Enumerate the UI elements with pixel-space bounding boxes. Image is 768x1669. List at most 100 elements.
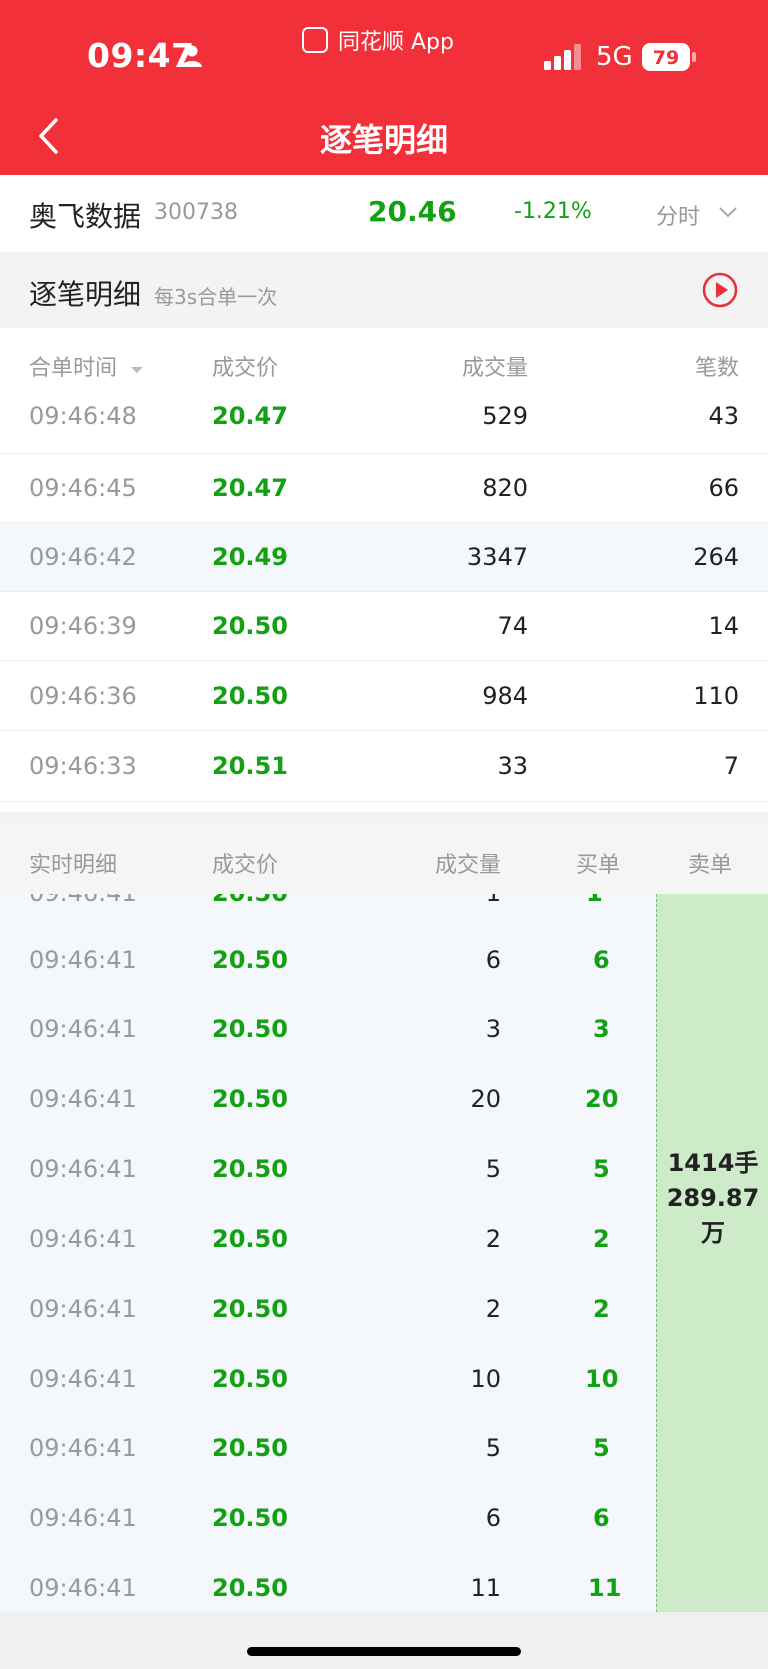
item-price: 20.50: [212, 1225, 288, 1253]
table-row[interactable]: 09:46:45 20.47 820 66: [0, 454, 768, 523]
table-row-highlighted[interactable]: 09:46:42 20.49 3347 264: [0, 523, 768, 592]
stock-info-bar: 奥飞数据 300738 20.46 -1.21% 分时: [0, 175, 768, 252]
app-logo-icon: [302, 27, 328, 53]
list-item[interactable]: 09:46:41 20.50 2 2: [0, 1274, 656, 1344]
list-item[interactable]: 09:46:41 20.50 20 20: [0, 1064, 656, 1134]
item-volume: 5: [485, 1155, 501, 1183]
item-buy: 2: [593, 1295, 610, 1323]
row-volume: 529: [482, 402, 528, 430]
row-count: 264: [693, 543, 739, 571]
row-count: 14: [708, 612, 739, 640]
status-time: 09:47: [87, 36, 195, 75]
sell-amount: 289.87万: [666, 1184, 760, 1247]
item-buy: 5: [593, 1155, 610, 1183]
item-volume: 2: [485, 1225, 501, 1253]
item-buy: 5: [593, 1434, 610, 1462]
row-price: 20.50: [212, 682, 288, 710]
item-price: 20.50: [212, 1434, 288, 1462]
table-row[interactable]: 09:46:48 20.47 529 43: [0, 384, 768, 454]
stock-name: 奥飞数据: [29, 200, 142, 233]
row-volume: 33: [497, 752, 528, 780]
section-divider: [0, 812, 768, 824]
item-volume: 3: [485, 1015, 501, 1043]
col-header-price: 成交价: [212, 853, 279, 878]
col-header-price: 成交价: [212, 356, 279, 381]
app-switch-badge[interactable]: 同花顺 App: [302, 24, 454, 56]
item-volume: 11: [470, 1574, 501, 1602]
list-item[interactable]: 09:46:41 20.50 3 3: [0, 994, 656, 1064]
page-title: 逐笔明细: [319, 121, 448, 159]
realtime-table-header: 实时明细 成交价 成交量 买单 卖单: [0, 824, 768, 894]
stock-price: 20.46: [368, 195, 457, 228]
col-header-volume: 成交量: [434, 853, 501, 878]
item-buy: 6: [593, 946, 610, 974]
list-item[interactable]: 09:46:41 20.50 6 6: [0, 1483, 656, 1553]
col-header-realtime: 实时明细: [29, 853, 118, 878]
list-item[interactable]: 09:46:41 20.50 6 6: [0, 925, 656, 995]
item-time: 09:46:41: [29, 1085, 137, 1113]
row-time: 09:46:33: [29, 752, 137, 780]
item-buy: 10: [585, 1365, 619, 1393]
col-header-count: 笔数: [694, 356, 739, 381]
item-volume: 5: [485, 1434, 501, 1462]
realtime-list[interactable]: 1414手 289.87万 09:46:41 20.50 1 1 09:46:4…: [0, 894, 768, 1612]
table-row[interactable]: 09:46:36 20.50 984 110: [0, 662, 768, 731]
row-time: 09:46:39: [29, 612, 137, 640]
list-item[interactable]: 09:46:41 20.50 10 10: [0, 1344, 656, 1414]
row-count: 66: [708, 474, 739, 502]
item-volume: 20: [470, 1085, 501, 1113]
list-item[interactable]: 09:46:41 20.50 2 2: [0, 1204, 656, 1274]
item-price: 20.50: [212, 1085, 288, 1113]
row-count: 110: [693, 682, 739, 710]
col-header-volume: 成交量: [461, 356, 528, 381]
period-selector[interactable]: 分时: [656, 199, 700, 231]
row-price: 20.47: [212, 474, 288, 502]
signal-icon: [544, 44, 581, 70]
item-buy: 6: [593, 1504, 610, 1532]
stock-code: 300738: [154, 200, 238, 225]
item-time: 09:46:41: [29, 894, 137, 907]
chevron-down-icon[interactable]: [718, 205, 738, 219]
item-volume: 10: [470, 1365, 501, 1393]
table-row[interactable]: 09:46:33 20.51 33 7: [0, 732, 768, 802]
row-time: 09:46:42: [29, 543, 137, 571]
row-volume: 984: [482, 682, 528, 710]
app-name: 同花顺 App: [338, 30, 454, 55]
table-row[interactable]: 09:46:39 20.50 74 14: [0, 592, 768, 661]
sell-lots: 1414手: [667, 1149, 759, 1177]
item-buy: 2: [593, 1225, 610, 1253]
item-time: 09:46:41: [29, 1504, 137, 1532]
person-icon: [182, 45, 202, 67]
item-price: 20.50: [212, 1015, 288, 1043]
item-volume: 6: [485, 1504, 501, 1532]
item-price: 20.50: [212, 1504, 288, 1532]
item-time: 09:46:41: [29, 1574, 137, 1602]
col-header-merge-time[interactable]: 合单时间: [29, 350, 144, 382]
sell-order-block[interactable]: 1414手 289.87万: [656, 894, 768, 1612]
item-volume: 1: [486, 894, 501, 907]
network-type: 5G: [596, 42, 633, 72]
row-price: 20.51: [212, 752, 288, 780]
section-subtitle: 每3s合单一次: [154, 285, 278, 309]
list-item[interactable]: 09:46:41 20.50 5 5: [0, 1134, 656, 1204]
item-time: 09:46:41: [29, 1015, 137, 1043]
list-item[interactable]: 09:46:41 20.50 5 5: [0, 1413, 656, 1483]
row-price: 20.49: [212, 543, 288, 571]
col-header-buy: 买单: [576, 853, 621, 878]
item-price: 20.50: [212, 1365, 288, 1393]
sell-summary: 1414手 289.87万: [657, 1146, 768, 1251]
play-button[interactable]: [702, 272, 738, 308]
row-volume: 820: [482, 474, 528, 502]
home-indicator[interactable]: [247, 1647, 521, 1656]
item-price: 20.50: [212, 946, 288, 974]
sort-down-icon: [131, 367, 144, 373]
row-price: 20.47: [212, 402, 288, 430]
list-item[interactable]: 09:46:41 20.50 11 11: [0, 1553, 656, 1612]
item-volume: 2: [485, 1295, 501, 1323]
item-time: 09:46:41: [29, 1155, 137, 1183]
item-volume: 6: [485, 946, 501, 974]
row-time: 09:46:48: [29, 402, 137, 430]
item-time: 09:46:41: [29, 1225, 137, 1253]
row-price: 20.50: [212, 612, 288, 640]
list-item[interactable]: 09:46:41 20.50 1 1: [0, 894, 656, 928]
